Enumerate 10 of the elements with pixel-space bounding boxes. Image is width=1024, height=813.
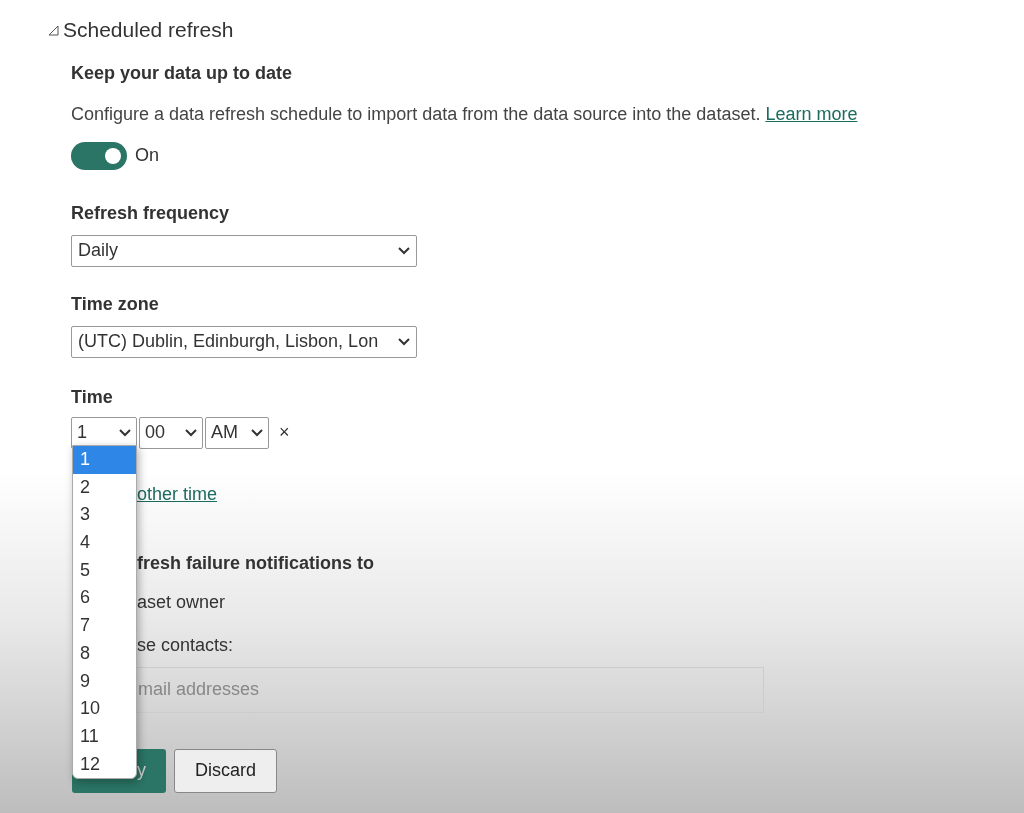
- field-label: Time zone: [71, 292, 160, 316]
- contacts-option: se contacts:: [137, 634, 234, 655]
- owner-option: aset owner: [137, 591, 226, 612]
- toggle-label: On: [135, 144, 159, 167]
- field-label: Time: [71, 385, 114, 409]
- section-title: Scheduled refresh: [63, 17, 234, 43]
- notifications-heading: fresh failure notifications to: [137, 552, 375, 573]
- description: Configure a data refresh schedule to import data from the data source into the dataset. Learn more: [71, 102, 859, 126]
- field-label: Refresh frequency: [71, 201, 231, 225]
- section-heading: Keep your data up to date: [71, 61, 294, 85]
